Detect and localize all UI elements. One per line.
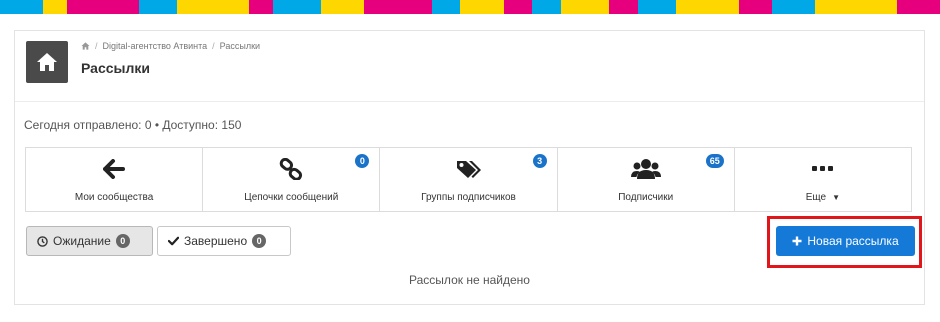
filter-done-button[interactable]: Завершено 0	[157, 226, 291, 256]
breadcrumb-item-agency[interactable]: Digital-агентство Атвинта	[103, 41, 208, 51]
filter-waiting-label: Ожидание	[53, 234, 111, 248]
new-mailing-label: Новая рассылка	[807, 234, 899, 248]
filter-waiting-button[interactable]: Ожидание 0	[26, 226, 153, 256]
nav-label: Еще	[805, 192, 827, 203]
count-badge: 65	[705, 154, 724, 168]
users-icon	[630, 159, 661, 179]
stripe-segment	[460, 0, 504, 14]
link-icon	[280, 158, 303, 180]
stripe-segment	[273, 0, 322, 14]
nav-grid: Мои сообщества 0 Цепочки сообщений 3 Гру…	[25, 147, 912, 212]
stripe-segment	[67, 0, 140, 14]
nav-label: Подписчики	[618, 192, 674, 203]
breadcrumb-home-icon[interactable]	[81, 42, 90, 50]
count-badge: 0	[252, 234, 267, 248]
empty-state-message: Рассылок не найдено	[409, 273, 530, 287]
nav-subscribers[interactable]: 65 Подписчики	[558, 148, 735, 211]
nav-message-chains[interactable]: 0 Цепочки сообщений	[203, 148, 381, 211]
stripe-segment	[139, 0, 178, 14]
breadcrumb-item-current: Рассылки	[219, 41, 261, 51]
count-badge: 0	[355, 154, 370, 168]
stripe-segment	[609, 0, 638, 14]
count-badge: 3	[532, 154, 547, 168]
stripe-segment	[177, 0, 250, 14]
stripe-segment	[364, 0, 432, 14]
stripe-segment	[532, 0, 562, 14]
stripe-segment	[561, 0, 610, 14]
sending-stats: Сегодня отправлено: 0 • Доступно: 150	[24, 118, 242, 132]
caret-down-icon: ▼	[832, 193, 841, 202]
arrow-left-icon	[103, 159, 126, 179]
nav-label: Цепочки сообщений	[244, 192, 339, 203]
nav-my-communities[interactable]: Мои сообщества	[26, 148, 204, 211]
page-header: / Digital-агентство Атвинта / Рассылки Р…	[15, 31, 924, 102]
stripe-segment	[738, 0, 773, 14]
breadcrumb-separator: /	[95, 41, 98, 51]
stripe-segment	[43, 0, 68, 14]
stripe-segment	[249, 0, 274, 14]
stripe-segment	[637, 0, 677, 14]
stripe-segment	[431, 0, 461, 14]
clock-icon	[37, 235, 48, 247]
home-tile	[26, 41, 68, 83]
home-icon	[37, 53, 57, 71]
decorative-color-stripe	[0, 0, 940, 14]
ellipsis-icon	[811, 166, 833, 171]
filter-done-label: Завершено	[184, 234, 248, 248]
nav-more[interactable]: Еще ▼	[735, 148, 911, 211]
tags-icon	[456, 161, 481, 178]
count-badge: 0	[115, 234, 130, 248]
new-mailing-button[interactable]: Новая рассылка	[776, 226, 915, 256]
page-title: Рассылки	[81, 60, 150, 76]
nav-subscriber-groups[interactable]: 3 Группы подписчиков	[380, 148, 558, 211]
stripe-segment	[321, 0, 365, 14]
plus-icon	[792, 236, 802, 246]
stripe-segment	[0, 0, 44, 14]
stripe-segment	[503, 0, 533, 14]
stripe-segment	[815, 0, 897, 14]
stripe-segment	[896, 0, 940, 14]
stripe-segment	[772, 0, 816, 14]
stripe-segment	[676, 0, 739, 14]
nav-label: Мои сообщества	[74, 192, 154, 203]
breadcrumb-separator: /	[212, 41, 215, 51]
check-icon	[168, 236, 179, 246]
nav-label: Группы подписчиков	[421, 192, 516, 203]
breadcrumb: / Digital-агентство Атвинта / Рассылки	[81, 41, 260, 51]
